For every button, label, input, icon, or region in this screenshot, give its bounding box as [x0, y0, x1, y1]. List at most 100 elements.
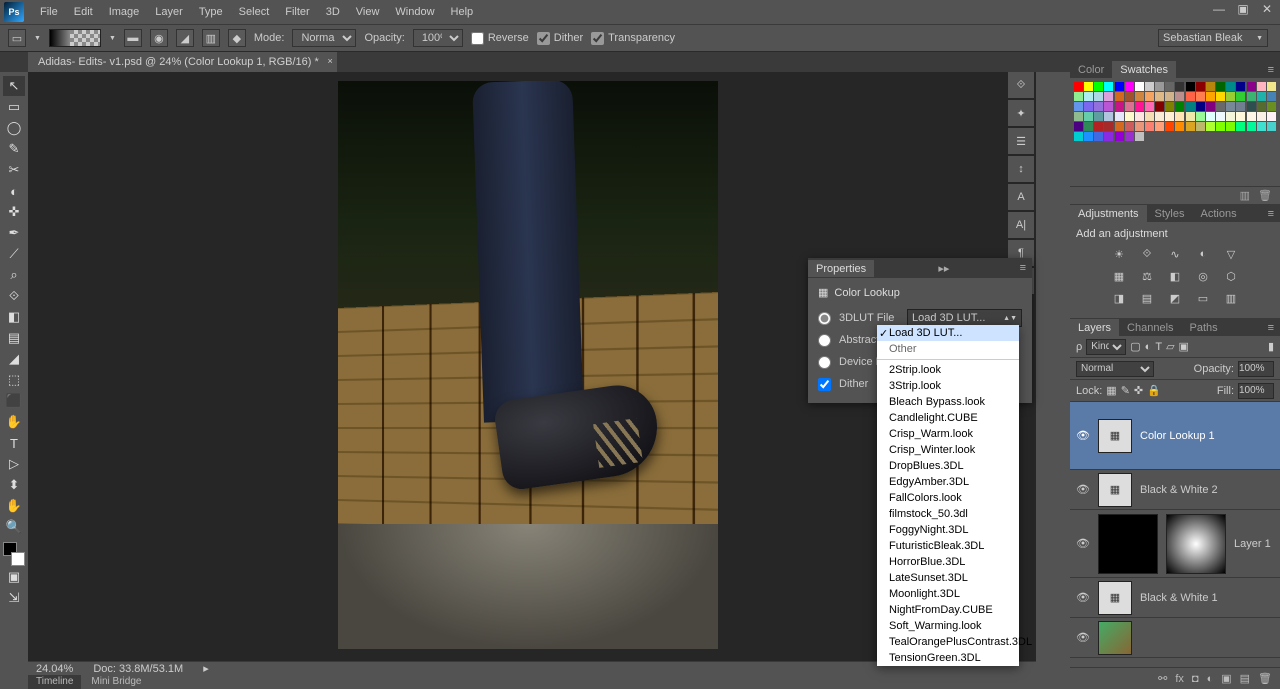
- swatch[interactable]: [1236, 82, 1245, 91]
- tool-7[interactable]: ✒: [3, 223, 25, 243]
- curves-icon[interactable]: ∿: [1166, 246, 1184, 262]
- adj-thumb[interactable]: ▦: [1098, 419, 1132, 453]
- character-icon[interactable]: ↕: [1008, 156, 1034, 182]
- swatch[interactable]: [1257, 122, 1266, 131]
- info-icon[interactable]: ✦: [1008, 100, 1034, 126]
- menu-filter[interactable]: Filter: [277, 2, 317, 22]
- swatch[interactable]: [1135, 82, 1144, 91]
- document-tab[interactable]: Adidas- Edits- v1.psd @ 24% (Color Looku…: [28, 52, 337, 72]
- swatch[interactable]: [1115, 82, 1124, 91]
- collapse-icon[interactable]: ▸▸: [932, 260, 955, 277]
- tab-actions[interactable]: Actions: [1193, 205, 1245, 222]
- layer-filter-select[interactable]: Kind: [1086, 339, 1126, 355]
- close-button[interactable]: ✕: [1260, 2, 1274, 16]
- swatch[interactable]: [1084, 122, 1093, 131]
- layer-row[interactable]: 👁: [1070, 618, 1280, 658]
- swatch[interactable]: [1216, 92, 1225, 101]
- swatch[interactable]: [1125, 92, 1134, 101]
- swatch[interactable]: [1236, 92, 1245, 101]
- layer-name[interactable]: Black & White 2: [1140, 484, 1274, 496]
- filter-toggle[interactable]: ▮: [1268, 340, 1274, 353]
- swatch[interactable]: [1135, 132, 1144, 141]
- link-layers-icon[interactable]: ⚯: [1158, 672, 1167, 685]
- panel-menu-icon[interactable]: ≡: [1262, 320, 1280, 336]
- new-layer-icon[interactable]: ▤: [1240, 672, 1250, 685]
- swatch[interactable]: [1267, 92, 1276, 101]
- tool-preset-icon[interactable]: ▭: [8, 29, 26, 47]
- lut-item[interactable]: DropBlues.3DL: [877, 458, 1019, 474]
- tab-paths[interactable]: Paths: [1182, 319, 1226, 336]
- adj-thumb[interactable]: ▦: [1098, 473, 1132, 507]
- swatch[interactable]: [1196, 102, 1205, 111]
- swatch[interactable]: [1165, 82, 1174, 91]
- tool-15[interactable]: ⬛: [3, 391, 25, 411]
- menu-file[interactable]: File: [32, 2, 66, 22]
- swatch[interactable]: [1074, 102, 1083, 111]
- swatch[interactable]: [1186, 92, 1195, 101]
- tab-swatches[interactable]: Swatches: [1112, 61, 1176, 78]
- new-swatch-icon[interactable]: ▥: [1240, 189, 1250, 202]
- lock-pos-icon[interactable]: ✜: [1134, 384, 1143, 397]
- swatch[interactable]: [1226, 82, 1235, 91]
- swatch[interactable]: [1206, 92, 1215, 101]
- levels-icon[interactable]: ⟐: [1138, 246, 1156, 262]
- lut-item[interactable]: 3Strip.look: [877, 378, 1019, 394]
- lut-item[interactable]: FoggyNight.3DL: [877, 522, 1019, 538]
- swatch[interactable]: [1084, 92, 1093, 101]
- tab-timeline[interactable]: Timeline: [28, 675, 81, 689]
- swatch[interactable]: [1165, 92, 1174, 101]
- tab-color[interactable]: Color: [1070, 61, 1112, 78]
- adj-thumb[interactable]: ▦: [1098, 581, 1132, 615]
- visibility-icon[interactable]: 👁: [1076, 537, 1090, 550]
- swatch[interactable]: [1084, 102, 1093, 111]
- swatch[interactable]: [1247, 102, 1256, 111]
- tool-10[interactable]: ⟐: [3, 286, 25, 306]
- lut-item[interactable]: EdgyAmber.3DL: [877, 474, 1019, 490]
- tool-0[interactable]: ↖: [3, 76, 25, 96]
- menu-window[interactable]: Window: [387, 2, 442, 22]
- swatch[interactable]: [1074, 112, 1083, 121]
- layer-name[interactable]: Layer 1: [1234, 538, 1274, 550]
- swatch[interactable]: [1196, 92, 1205, 101]
- threshold-icon[interactable]: ◩: [1166, 290, 1184, 306]
- swatch[interactable]: [1226, 112, 1235, 121]
- layer-row[interactable]: 👁 Layer 1: [1070, 510, 1280, 578]
- swatch[interactable]: [1186, 122, 1195, 131]
- swatch[interactable]: [1115, 132, 1124, 141]
- lut-item[interactable]: 2Strip.look: [877, 362, 1019, 378]
- lut-item[interactable]: Other: [877, 341, 1019, 357]
- tool-17[interactable]: T: [3, 433, 25, 453]
- swatch[interactable]: [1125, 132, 1134, 141]
- navigator-icon[interactable]: ☰: [1008, 128, 1034, 154]
- swatch[interactable]: [1084, 132, 1093, 141]
- swatch[interactable]: [1247, 82, 1256, 91]
- photo-filter-icon[interactable]: ◎: [1194, 268, 1212, 284]
- swatch[interactable]: [1155, 112, 1164, 121]
- tool-19[interactable]: ⬍: [3, 475, 25, 495]
- swatch[interactable]: [1094, 122, 1103, 131]
- panel-menu-icon[interactable]: ≡: [1014, 260, 1032, 276]
- swatch[interactable]: [1145, 122, 1154, 131]
- tab-adjustments[interactable]: Adjustments: [1070, 205, 1147, 222]
- swatch[interactable]: [1115, 92, 1124, 101]
- tool-4[interactable]: ✂: [3, 160, 25, 180]
- swatch[interactable]: [1267, 82, 1276, 91]
- gradient-reflected-icon[interactable]: ▥: [202, 29, 220, 47]
- swatch[interactable]: [1145, 102, 1154, 111]
- tool-13[interactable]: ◢: [3, 349, 25, 369]
- lut-item[interactable]: Crisp_Warm.look: [877, 426, 1019, 442]
- lut-item[interactable]: TensionGreen.3DL: [877, 650, 1019, 666]
- minimize-button[interactable]: —: [1212, 2, 1226, 16]
- tool-8[interactable]: ⟋: [3, 244, 25, 264]
- fg-bg-colors[interactable]: [3, 542, 25, 566]
- swatch[interactable]: [1115, 112, 1124, 121]
- lock-trans-icon[interactable]: ▦: [1106, 384, 1116, 397]
- swatch[interactable]: [1094, 102, 1103, 111]
- menu-select[interactable]: Select: [231, 2, 278, 22]
- lock-pixels-icon[interactable]: ✎: [1121, 384, 1130, 397]
- filter-adj-icon[interactable]: ◐: [1145, 341, 1152, 353]
- blend-mode-select[interactable]: Normal: [292, 29, 356, 47]
- swatch[interactable]: [1125, 122, 1134, 131]
- tool-9[interactable]: ⌕: [3, 265, 25, 285]
- trash-icon[interactable]: 🗑: [1258, 672, 1272, 685]
